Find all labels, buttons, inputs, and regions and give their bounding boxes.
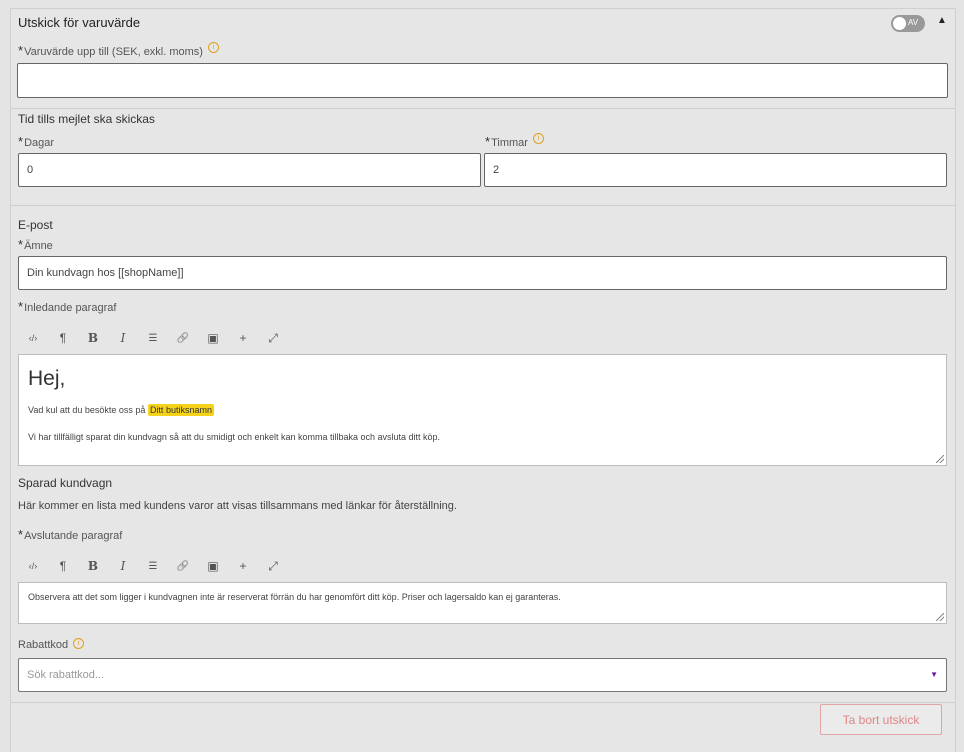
required-mark: *: [18, 299, 24, 314]
saved-cart-description: Här kommer en lista med kundens varor at…: [18, 500, 457, 512]
intro-line-1: Vad kul att du besökte oss på Ditt butik…: [28, 404, 214, 416]
code-view-icon[interactable]: ‹/›: [18, 333, 48, 343]
plus-icon[interactable]: +: [228, 559, 258, 573]
image-icon[interactable]: ▣: [198, 559, 228, 573]
italic-icon[interactable]: I: [108, 331, 138, 345]
italic-icon[interactable]: I: [108, 559, 138, 573]
subject-label: *Ämne: [18, 237, 53, 252]
bold-icon[interactable]: B: [78, 331, 108, 345]
closing-editor-toolbar: ‹/› ¶ B I ☰ 🔗 ▣ + ⤢: [18, 553, 288, 579]
divider: [11, 702, 955, 703]
intro-editor[interactable]: Hej, Vad kul att du besökte oss på Ditt …: [18, 354, 947, 466]
days-input[interactable]: 0: [18, 153, 481, 187]
resize-handle[interactable]: [936, 613, 944, 621]
discount-select[interactable]: Sök rabattkod... ▼: [18, 658, 947, 692]
expand-icon[interactable]: ⤢: [258, 559, 288, 574]
collapse-icon[interactable]: ▲: [937, 15, 947, 26]
mail-campaign-panel: Utskick för varuvärde AV ▲ *Varuvärde up…: [10, 8, 956, 752]
toggle-knob: [893, 17, 906, 30]
intro-line-2: Vi har tillfälligt sparat din kundvagn s…: [28, 432, 441, 442]
required-mark: *: [18, 527, 24, 542]
image-icon[interactable]: ▣: [198, 331, 228, 345]
days-label: *Dagar: [18, 134, 55, 149]
required-mark: *: [18, 237, 24, 252]
code-view-icon[interactable]: ‹/›: [18, 561, 48, 571]
bold-icon[interactable]: B: [78, 559, 108, 573]
required-mark: *: [485, 134, 491, 149]
link-icon[interactable]: 🔗: [168, 333, 198, 344]
discount-placeholder: Sök rabattkod...: [27, 669, 105, 681]
timing-title: Tid tills mejlet ska skickas: [18, 112, 155, 126]
required-mark: *: [18, 134, 24, 149]
saved-cart-title: Sparad kundvagn: [18, 476, 113, 490]
value-field-input[interactable]: [17, 63, 948, 98]
link-icon[interactable]: 🔗: [168, 561, 198, 572]
discount-label: Rabattkod i: [18, 638, 85, 651]
intro-editor-toolbar: ‹/› ¶ B I ☰ 🔗 ▣ + ⤢: [18, 325, 288, 351]
paragraph-icon[interactable]: ¶: [48, 559, 78, 573]
list-icon[interactable]: ☰: [138, 333, 168, 344]
expand-icon[interactable]: ⤢: [258, 331, 288, 346]
info-icon[interactable]: i: [73, 638, 85, 649]
email-title: E-post: [18, 218, 53, 232]
divider: [11, 205, 955, 206]
subject-input[interactable]: Din kundvagn hos [[shopName]]: [18, 256, 947, 290]
value-field-label: *Varuvärde upp till (SEK, exkl. moms) i: [18, 42, 219, 58]
paragraph-icon[interactable]: ¶: [48, 331, 78, 345]
closing-text: Observera att det som ligger i kundvagne…: [28, 592, 561, 602]
hours-label: *Timmar i: [485, 133, 544, 149]
list-icon[interactable]: ☰: [138, 561, 168, 572]
toggle-label: AV: [908, 18, 919, 27]
shop-name-tag[interactable]: Ditt butiksnamn: [147, 404, 214, 416]
required-mark: *: [18, 43, 24, 58]
divider: [11, 108, 955, 109]
enable-toggle[interactable]: AV: [891, 15, 925, 32]
plus-icon[interactable]: +: [228, 331, 258, 345]
resize-handle[interactable]: [936, 455, 944, 463]
info-icon[interactable]: i: [532, 133, 544, 144]
info-icon[interactable]: i: [207, 42, 219, 53]
panel-title: Utskick för varuvärde: [18, 15, 141, 30]
dropdown-arrow-icon[interactable]: ▼: [930, 670, 938, 679]
closing-editor[interactable]: Observera att det som ligger i kundvagne…: [18, 582, 947, 624]
hours-input[interactable]: 2: [484, 153, 947, 187]
intro-label: *Inledande paragraf: [18, 299, 117, 314]
delete-campaign-button[interactable]: Ta bort utskick: [820, 704, 942, 735]
intro-heading: Hej,: [28, 367, 66, 390]
closing-label: *Avslutande paragraf: [18, 527, 123, 542]
